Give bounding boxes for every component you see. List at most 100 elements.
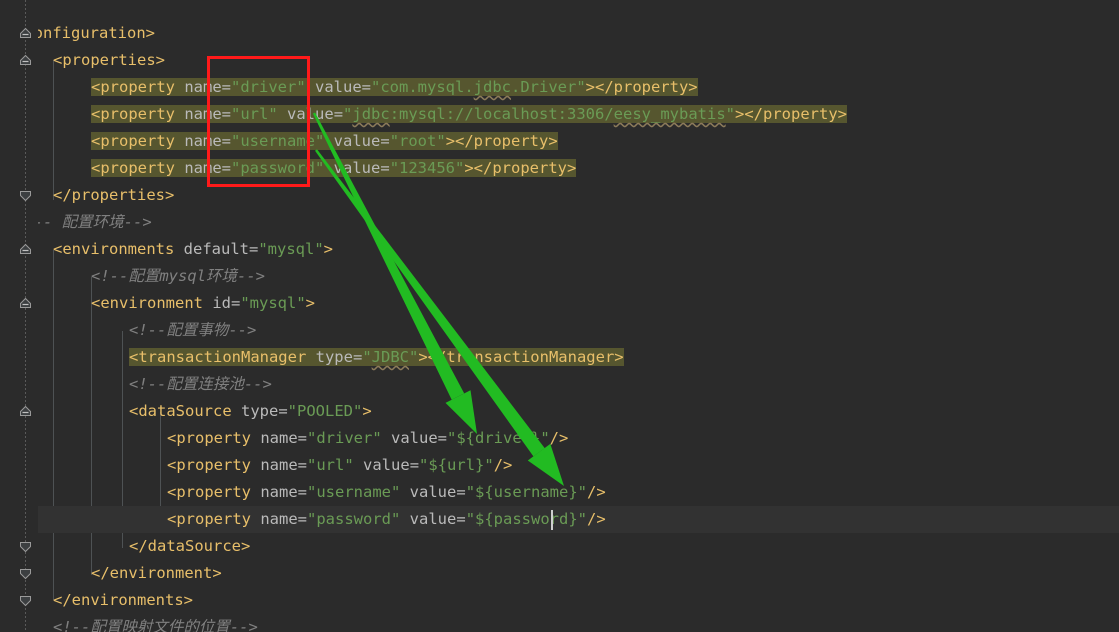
code-line[interactable]: </environment> (91, 560, 222, 587)
token-tag: /> (549, 429, 569, 447)
token-str: "${username}" (465, 483, 588, 501)
code-line[interactable]: <environment id="mysql"> (91, 290, 315, 317)
code-line-content: <property name="driver" value="${driver}… (167, 429, 568, 447)
code-line[interactable]: </properties> (53, 182, 174, 209)
code-line-content: </environments> (53, 591, 193, 609)
token-str: "mysql" (240, 294, 306, 312)
fold-end-marker-icon[interactable] (19, 567, 32, 580)
token-str: "password" (307, 510, 401, 528)
token-tag: > (362, 402, 372, 420)
code-line[interactable]: <property name="url" value="jdbc:mysql:/… (91, 101, 847, 128)
token-eq: = (456, 510, 466, 528)
token-str: " (725, 105, 735, 123)
token-attr: value (333, 132, 381, 150)
token-eq: = (297, 510, 307, 528)
code-line[interactable]: <transactionManager type="JDBC"></transa… (129, 344, 624, 371)
token-tag: </environment> (91, 564, 222, 582)
fold-end-marker-icon[interactable] (19, 594, 32, 607)
code-text-area[interactable]: <configuration> <properties> <property nam… (0, 0, 1119, 632)
token-tag: <property (91, 105, 185, 123)
code-line[interactable]: <property name="url" value="${url}"/> (167, 452, 512, 479)
token-str: .Driver" (511, 78, 586, 96)
token-attr: type (240, 402, 279, 420)
token-attr: value (409, 483, 457, 501)
code-line-content: <!--配置映射文件的位置--> (53, 618, 258, 632)
code-line[interactable]: <property name="driver" value="${driver}… (167, 425, 568, 452)
code-line[interactable]: </environments> (53, 587, 193, 614)
fold-collapse-marker-icon[interactable] (19, 405, 32, 418)
token-eq: = (361, 78, 372, 96)
token-str: " (362, 348, 372, 366)
code-line-content: <property name="password" value="${passw… (167, 510, 606, 528)
token-attr: name (260, 510, 298, 528)
code-line-content: <!--配置事物--> (129, 321, 256, 339)
token-attr: value (333, 159, 381, 177)
code-line[interactable]: <properties> (53, 47, 165, 74)
token-tag: </environments> (53, 591, 193, 609)
token-str: "${url}" (419, 456, 494, 474)
token-eq: = (278, 402, 288, 420)
gutter-dotted-line (25, 0, 26, 632)
token-tag: ></transactionManager> (418, 348, 624, 366)
token-cmt: <!--配置mysql环境--> (91, 267, 265, 285)
code-line-content: <transactionManager type="JDBC"></transa… (129, 348, 624, 366)
token-attr: id (212, 294, 231, 312)
code-line[interactable]: <property name="password" value="123456"… (91, 155, 577, 182)
token-tag: <dataSource (129, 402, 241, 420)
token-tag: > (305, 294, 316, 312)
fold-collapse-marker-icon[interactable] (19, 297, 32, 310)
code-line-content: <dataSource type="POOLED"> (129, 402, 372, 420)
token-str: jdbc (352, 105, 390, 123)
token-attr: name (260, 483, 298, 501)
token-cmt: <!--配置映射文件的位置--> (53, 618, 258, 632)
fold-collapse-marker-icon[interactable] (19, 27, 32, 40)
code-line[interactable]: <property name="driver" value="com.mysql… (91, 74, 698, 101)
token-attr: type (315, 348, 353, 366)
code-line[interactable]: <!--配置连接池--> (129, 371, 272, 398)
token-eq: = (297, 429, 307, 447)
fold-end-marker-icon[interactable] (19, 189, 32, 202)
code-line[interactable]: </dataSource> (129, 533, 250, 560)
code-line[interactable]: <!--配置mysql环境--> (91, 263, 265, 290)
fold-end-marker-icon[interactable] (19, 540, 32, 553)
code-line[interactable]: <property name="username" value="root"><… (91, 128, 558, 155)
code-line-content: <property name="password" value="123456"… (91, 159, 577, 177)
token-str: "${password}" (465, 510, 588, 528)
token-tag: ></property> (735, 105, 847, 123)
token-tag: </properties> (53, 186, 175, 204)
code-line-content: <property name="username" value="root"><… (91, 132, 558, 150)
token-tag: <properties> (53, 51, 165, 69)
token-tag: /> (587, 483, 606, 501)
token-tag: <environment (91, 294, 213, 312)
token-attr: default (183, 240, 249, 258)
fold-collapse-marker-icon[interactable] (19, 54, 32, 67)
token-eq: = (248, 240, 259, 258)
code-line[interactable]: <property name="username" value="${usern… (167, 479, 606, 506)
token-str: "POOLED" (287, 402, 363, 420)
fold-collapse-marker-icon[interactable] (19, 243, 32, 256)
token-attr: value (391, 429, 438, 447)
code-line[interactable]: <property name="password" value="${passw… (167, 506, 606, 533)
editor-gutter[interactable] (0, 0, 38, 632)
code-line[interactable]: <!--配置映射文件的位置--> (53, 614, 258, 632)
red-rectangle-annotation (207, 56, 310, 187)
code-line[interactable]: <dataSource type="POOLED"> (129, 398, 372, 425)
token-tag: <property (167, 429, 261, 447)
code-line-content: <property name="driver" value="com.mysql… (91, 78, 698, 96)
code-line-content: <environments default="mysql"> (53, 240, 333, 258)
token-attr: name (260, 456, 298, 474)
token-eq: = (456, 483, 466, 501)
token-str: "com.mysql. (371, 78, 474, 96)
code-line-content: </properties> (53, 186, 174, 204)
token-eq: = (297, 456, 307, 474)
code-line[interactable]: <!--配置事物--> (129, 317, 256, 344)
token-str: " (343, 105, 353, 123)
token-str: "${driver}" (447, 429, 550, 447)
token-str: " (408, 348, 419, 366)
code-editor-window[interactable]: <configuration> <properties> <property nam… (0, 0, 1119, 632)
token-eq: = (231, 294, 241, 312)
token-eq: = (380, 159, 390, 177)
code-line[interactable]: <environments default="mysql"> (53, 236, 333, 263)
